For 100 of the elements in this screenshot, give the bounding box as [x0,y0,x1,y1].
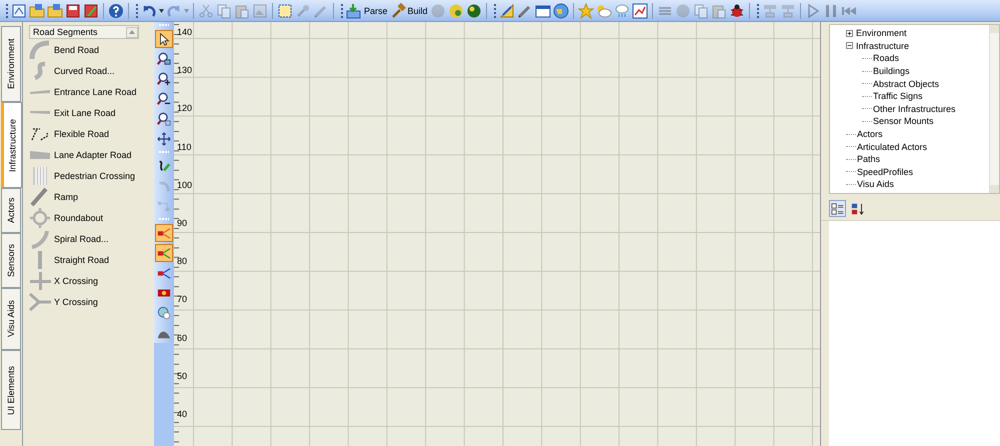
ruler-label: 100 [177,180,192,191]
save-as-icon [83,2,99,18]
tree-node[interactable]: Visu Aids [857,179,894,190]
categorized-button[interactable] [829,200,846,217]
tree-node[interactable]: Roads [873,53,900,64]
palette-item[interactable]: Spiral Road... [29,228,149,249]
palette-item[interactable]: Flexible Road [29,123,149,144]
collapse-toggle[interactable] [846,42,853,50]
selection-frame-icon [277,2,293,18]
tree-node[interactable]: Paths [857,154,880,164]
palette-item[interactable]: Straight Road [29,249,149,270]
sphere-icon [674,2,691,18]
sphere-icon [157,306,171,320]
tree-node[interactable]: Buildings [873,66,910,76]
zoom-area-icon [157,112,171,126]
sensor-cone-tool[interactable] [155,244,173,262]
pointer-tool[interactable] [155,30,173,48]
ruler-pencil-button[interactable] [498,2,515,20]
zoom-icon [157,52,171,66]
zoom-in-icon [157,72,171,86]
palette-item[interactable]: Y Crossing [29,291,149,312]
sun-cloud-icon [596,2,612,18]
ruler-label: 120 [177,103,192,114]
tree-node[interactable]: Environment [856,28,907,38]
tree-node[interactable]: Other Infrastructures [873,104,956,114]
parse-button[interactable]: Parse [346,2,388,20]
chart-button[interactable] [632,2,648,20]
document-icon [11,2,27,18]
zoom-out-tool[interactable] [155,90,173,108]
zoom-in-tool[interactable] [155,70,173,88]
palette-item[interactable]: Entrance Lane Road [29,81,149,102]
side-tab[interactable]: UI Elements [1,350,21,430]
sensor-cone-icon [157,266,171,280]
wrench-icon [295,2,311,18]
document-button[interactable] [11,2,27,20]
folder-icon [29,2,45,18]
ruler-label: 60 [177,332,188,344]
scrollbar[interactable] [989,25,999,193]
chart-icon [632,2,648,18]
tree-node[interactable]: Infrastructure [856,40,910,51]
ruler-pencil-icon [498,2,515,18]
palette-item[interactable]: Curved Road... [29,60,149,81]
y-crossing-icon [29,292,51,312]
zoom-area-tool[interactable] [155,110,173,128]
sensor-cone-tool[interactable] [155,224,173,242]
ruler-label: 90 [177,218,188,229]
palette-item[interactable]: Roundabout [29,207,149,228]
build-button[interactable]: Build [390,2,428,20]
scissors-icon [198,2,214,18]
palette-item[interactable]: X Crossing [29,270,149,291]
tree-node[interactable]: Sensor Mounts [873,116,934,126]
palette-item[interactable]: Bend Road [29,39,149,60]
sphere-button[interactable] [448,2,464,20]
move-tool[interactable] [155,130,173,148]
rain-cloud-button[interactable] [614,2,630,20]
folder-button[interactable] [29,2,45,20]
lane-adapter-icon [30,150,50,158]
palette-item[interactable]: Ramp [29,186,149,207]
tree-node[interactable]: SpeedProfiles [857,166,914,177]
tree-node[interactable]: Actors [857,129,883,140]
star-button[interactable] [578,2,594,20]
curve-icon [157,179,171,193]
save-as-button[interactable] [83,2,99,20]
tree-node[interactable]: Abstract Objects [873,78,940,89]
straight-road-icon [38,250,42,268]
save-button[interactable] [65,2,81,20]
tree-node[interactable]: Articulated Actors [857,142,928,152]
palette-item[interactable]: Exit Lane Road [29,102,149,123]
side-tab[interactable]: Actors [1,188,21,233]
sphere-button[interactable] [466,2,482,20]
copy-icon [692,2,709,18]
sphere-icon [448,2,464,18]
side-tab[interactable]: Visu Aids [1,288,21,350]
sphere-tool[interactable] [155,304,173,322]
palette-item[interactable]: Lane Adapter Road [29,144,149,165]
sort-down-icon [850,202,864,216]
path-pencil-icon [157,159,171,173]
star-icon [578,2,594,18]
bug-button[interactable] [728,2,745,20]
caret-icon [159,8,164,12]
zoom-out-icon [157,92,171,106]
folder-icon [47,2,63,18]
side-tab[interactable]: Environment [1,26,21,102]
palette-item[interactable]: Pedestrian Crossing [29,165,149,186]
collapse-button[interactable] [126,26,138,38]
zoom-tool[interactable] [155,50,173,68]
help-button[interactable] [108,2,124,20]
x-crossing-icon [29,270,51,290]
tree-node[interactable]: Traffic Signs [873,91,923,102]
selection-frame-button[interactable] [277,2,293,20]
side-tab[interactable]: Sensors [1,233,21,288]
bend-road-icon [29,40,51,60]
ruler-label: 110 [177,142,192,153]
side-tab[interactable]: Infrastructure [1,102,22,188]
spiral-road-icon [29,228,51,248]
drawing-canvas[interactable]: 140 130 120 110 100 90 80 70 60 50 40 [174,22,821,446]
image-icon [252,2,268,18]
expand-toggle[interactable] [846,30,853,37]
globe-button[interactable] [552,2,569,20]
sphere-icon [430,2,446,18]
